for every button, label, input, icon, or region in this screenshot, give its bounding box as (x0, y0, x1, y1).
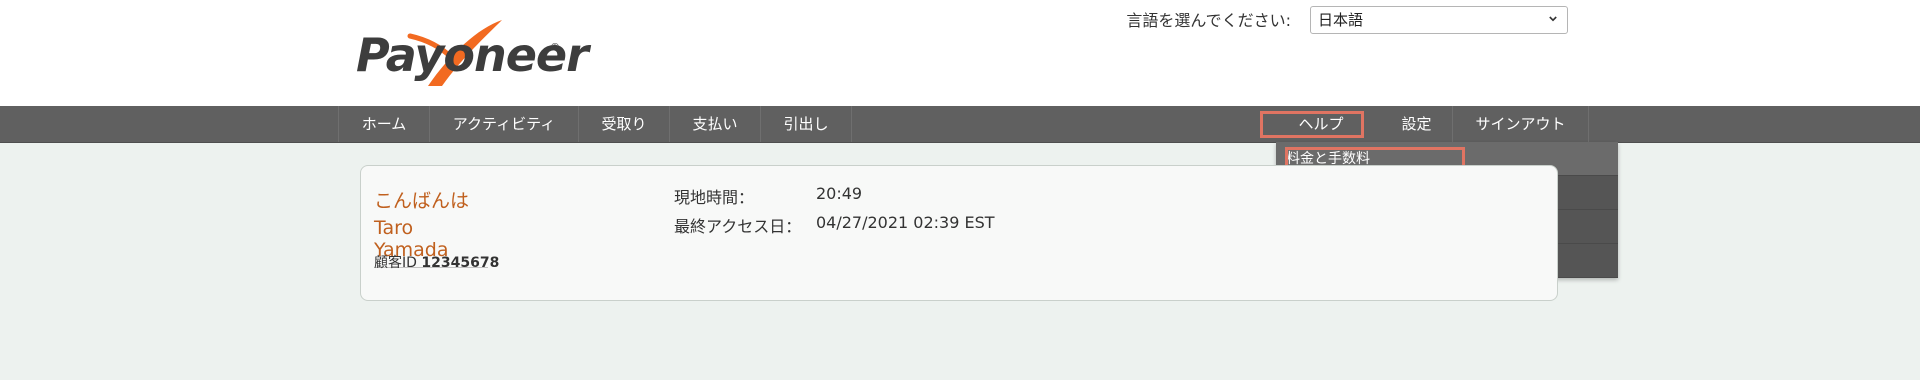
greeting-text: こんばんは (374, 190, 470, 212)
nav-pay[interactable]: 支払い (670, 106, 761, 142)
account-summary-card: こんばんは Taro Yamada 顧客ID 12345678 現地時間： 20… (360, 165, 1558, 301)
nav-help[interactable]: ヘルプ (1261, 106, 1381, 142)
language-selected-value: 日本語 (1318, 11, 1364, 29)
nav-home[interactable]: ホーム (339, 106, 430, 142)
customer-id-label: 顧客ID (374, 255, 417, 271)
customer-id: 顧客ID 12345678 (374, 252, 499, 272)
chevron-down-icon (1549, 16, 1557, 22)
nav-signout[interactable]: サインアウト (1453, 106, 1589, 142)
payoneer-logo[interactable]: Payoneer ® (354, 14, 589, 94)
local-time-label: 現地時間： (674, 188, 755, 207)
nav-activity[interactable]: アクティビティ (430, 106, 579, 142)
nav-receive[interactable]: 受取り (579, 106, 670, 142)
nav-withdraw[interactable]: 引出し (761, 106, 852, 142)
registered-mark: ® (550, 42, 560, 53)
main-navbar: ホーム アクティビティ 受取り 支払い 引出し ヘルプ 設定 サインアウト (0, 106, 1920, 143)
local-time-value: 20:49 (816, 184, 863, 203)
logo-text: Payoneer (356, 28, 589, 82)
last-access-label: 最終アクセス日： (674, 217, 802, 236)
last-access-value: 04/27/2021 02:39 EST (816, 213, 995, 232)
language-label: 言語を選んでください: (1126, 11, 1291, 30)
page-header: Payoneer ® 言語を選んでください: 日本語 (0, 0, 1920, 106)
language-select[interactable]: 日本語 (1310, 6, 1568, 34)
nav-inner: ホーム アクティビティ 受取り 支払い 引出し ヘルプ 設定 サインアウト (338, 106, 1589, 142)
nav-settings[interactable]: 設定 (1381, 106, 1453, 142)
customer-id-value: 12345678 (421, 255, 500, 271)
